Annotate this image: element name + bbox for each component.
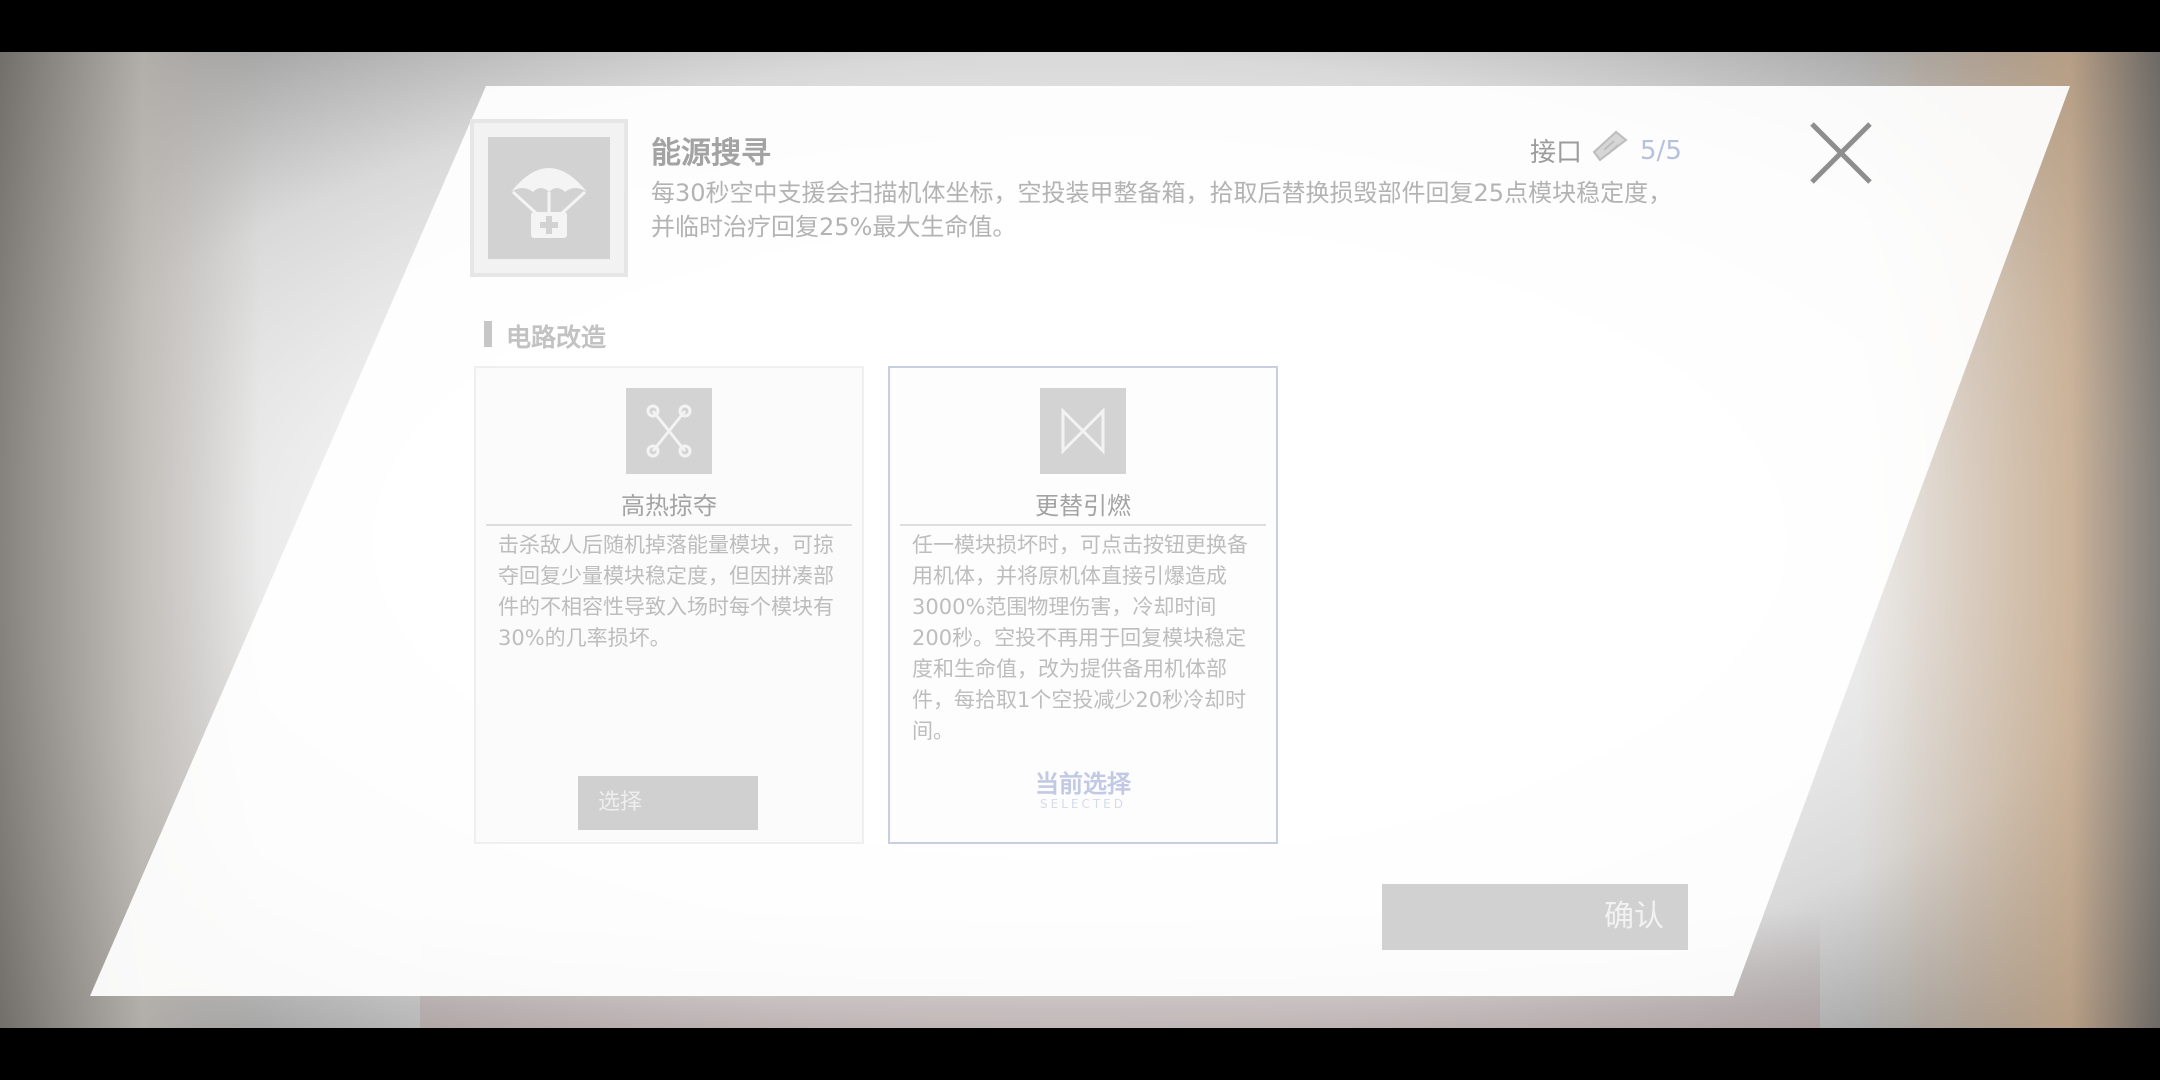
slot-count: 5/5 [1640, 135, 1682, 166]
slot-label: 接口 [1530, 138, 1583, 168]
upgrade-card-heat-plunder[interactable]: 高热掠夺 击杀敌人后随机掉落能量模块，可掠夺回复少量模块稳定度，但因拼凑部件的不… [476, 368, 862, 842]
ability-icon-frame [474, 123, 624, 273]
close-button[interactable] [1806, 118, 1876, 188]
ability-title: 能源搜寻 [651, 136, 771, 171]
card-divider [900, 524, 1266, 526]
current-selection-sublabel: SELECTED [1040, 797, 1126, 811]
card-description: 击杀敌人后随机掉落能量模块，可掠夺回复少量模块稳定度，但因拼凑部件的不相容性导致… [498, 533, 834, 650]
current-selection-badge: 当前选择 SELECTED [890, 764, 1276, 811]
card-divider [486, 524, 852, 526]
close-icon [1810, 122, 1872, 184]
section-title: 电路改造 [506, 323, 607, 352]
card-description: 任一模块损坏时，可点击按钮更换备用机体，并将原机体直接引爆造成3000%范围物理… [912, 533, 1248, 743]
choose-button[interactable]: 选择 [578, 776, 758, 830]
confirm-button[interactable]: 确认 [1382, 884, 1688, 950]
slot-indicator: 接口 5/5 [1530, 130, 1682, 171]
card-name: 高热掠夺 [621, 492, 717, 520]
parachute-supply-icon [488, 137, 610, 259]
chip-icon [1592, 130, 1630, 171]
upgrade-card-swap-ignite[interactable]: 更替引燃 任一模块损坏时，可点击按钮更换备用机体，并将原机体直接引爆造成3000… [890, 368, 1276, 842]
current-selection-label: 当前选择 [1035, 770, 1131, 798]
card-name: 更替引燃 [1035, 492, 1131, 520]
bowtie-swap-icon [1040, 388, 1126, 474]
section-marker [484, 321, 492, 347]
ability-description: 每30秒空中支援会扫描机体坐标，空投装甲整备箱，拾取后替换损毁部件回复25点模块… [651, 179, 1673, 241]
crossed-links-icon [626, 388, 712, 474]
